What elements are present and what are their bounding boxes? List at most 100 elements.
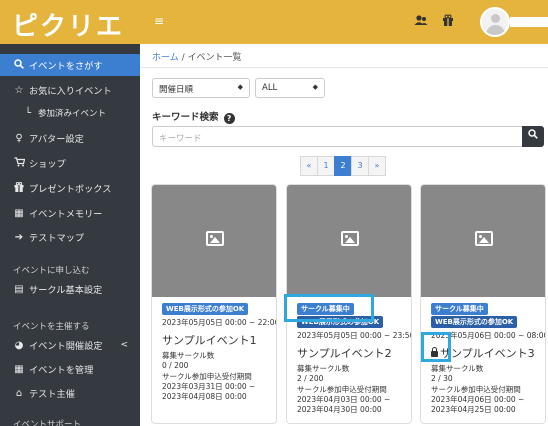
circle-count-value: 2 / 200	[297, 374, 324, 383]
sidebar-item-search-events[interactable]: イベントをさがす	[0, 54, 140, 76]
sidebar-item-label: お気に入りイベント	[29, 86, 112, 97]
event-date: 2023年05月05日 00:00 ~ 22:00	[162, 318, 277, 327]
sidebar-item-label: アバター設定	[29, 134, 84, 145]
filter-select[interactable]: ALL ◆	[255, 78, 325, 98]
menu-toggle-icon[interactable]: ≡	[154, 14, 164, 28]
avatar-icon[interactable]	[480, 7, 510, 37]
lock-icon	[431, 347, 438, 357]
cart-icon	[13, 156, 25, 170]
sidebar-section-apply: イベントに申し込む	[13, 266, 90, 276]
circle-count-label: 募集サークル数	[431, 364, 484, 373]
sidebar-item-present-box[interactable]: プレゼントボックス	[0, 177, 140, 199]
chart-pie-icon: ◕	[14, 339, 24, 351]
user-name-box[interactable]	[510, 17, 548, 27]
recruiting-badge: サークル募集中	[297, 303, 354, 315]
sidebar-item-label: イベント開催設定	[29, 341, 103, 352]
sidebar-item-test-map[interactable]: ➔ テストマップ	[0, 226, 140, 248]
period-label: サークル参加申込受付期間	[431, 385, 521, 394]
event-title[interactable]: サンプルイベント3	[431, 345, 537, 361]
search-button[interactable]	[522, 126, 544, 147]
gift-icon[interactable]	[442, 14, 454, 29]
breadcrumb: ホーム / イベント一覧	[152, 50, 242, 63]
select-arrow-icon: ◆	[237, 83, 243, 91]
period-value: 2023年04月03日 00:00 ~ 2023年04月30日 00:00	[297, 395, 391, 414]
image-icon	[475, 231, 493, 246]
event-card-1[interactable]: WEB展示形式の参加OK 2023年05月05日 00:00 ~ 22:00 サ…	[151, 184, 277, 424]
sidebar-item-label: プレゼントボックス	[29, 184, 112, 195]
web-exhibit-badge: WEB展示形式の参加OK	[297, 316, 384, 328]
sidebar-item-event-settings[interactable]: ◕ イベント開催設定 <	[0, 334, 140, 356]
event-title[interactable]: サンプルイベント2	[297, 345, 403, 361]
sidebar-item-event-memory[interactable]: ▦ イベントメモリー	[0, 202, 140, 224]
sidebar-item-avatar[interactable]: ♀ アバター設定	[0, 127, 140, 149]
sort-select[interactable]: 開催日順 ◆	[152, 78, 250, 98]
keyword-label: キーワード検索?	[152, 109, 235, 124]
image-icon	[341, 231, 359, 246]
chevron-left-icon[interactable]: <	[120, 340, 128, 350]
page-2[interactable]: 2	[334, 156, 352, 176]
event-date: 2023年05月05日 00:00 ~ 23:50	[297, 331, 412, 340]
sidebar-item-manage-events[interactable]: ▦ イベントを管理	[0, 358, 140, 380]
period-label: サークル参加申込受付期間	[297, 385, 387, 394]
users-icon[interactable]	[414, 14, 428, 29]
breadcrumb-home[interactable]: ホーム	[152, 53, 179, 63]
main-content: ホーム / イベント一覧 開催日順 ◆ ALL ◆ キーワード検索? キーワード…	[140, 44, 548, 426]
search-icon	[13, 58, 25, 72]
search-icon	[528, 129, 538, 139]
event-image	[152, 185, 276, 297]
image-icon	[206, 231, 224, 246]
sign-in-icon: ➔	[14, 231, 24, 243]
circle-count-value: 2 / 30	[431, 374, 453, 383]
page-prev[interactable]: «	[300, 156, 318, 176]
period-value: 2023年04月06日 00:00 ~ 2023年04月25日 00:00	[431, 395, 525, 414]
event-image	[287, 185, 411, 297]
page-next[interactable]: »	[368, 156, 386, 176]
page-3[interactable]: 3	[351, 156, 369, 176]
event-title-text: サンプルイベント3	[440, 347, 535, 360]
breadcrumb-current: イベント一覧	[187, 53, 242, 63]
app-logo[interactable]: ピクリエ	[12, 6, 124, 43]
sidebar-item-label: イベントを管理	[29, 365, 94, 376]
sidebar-item-label: サークル基本設定	[29, 285, 103, 296]
event-date: 2023年05月06日 00:00 ~ 08:00	[431, 331, 546, 340]
home-icon: ⌂	[15, 387, 23, 399]
event-card-3[interactable]: サークル募集中 WEB展示形式の参加OK 2023年05月06日 00:00 ~…	[420, 184, 546, 424]
web-exhibit-badge: WEB展示形式の参加OK	[431, 316, 518, 328]
keyboard-icon: ▦	[14, 207, 24, 219]
page-1[interactable]: 1	[317, 156, 335, 176]
period-value: 2023年03月31日 00:00 ~ 2023年04月08日 00:00	[162, 382, 256, 401]
sidebar-item-joined[interactable]: └ 参加済みイベント	[0, 102, 140, 124]
sort-select-value: 開催日順	[159, 85, 194, 95]
event-title[interactable]: サンプルイベント1	[162, 332, 268, 348]
sidebar-item-label: テストマップ	[29, 233, 85, 244]
breadcrumb-separator: /	[178, 53, 188, 63]
filter-select-value: ALL	[262, 83, 278, 93]
help-icon[interactable]: ?	[223, 113, 235, 124]
sidebar-item-label: ショップ	[29, 159, 66, 170]
select-arrow-icon: ◆	[312, 83, 318, 91]
gift-icon	[13, 181, 25, 195]
sidebar-item-label: テスト主催	[29, 389, 75, 400]
circle-count-label: 募集サークル数	[297, 364, 350, 373]
user-icon: ♀	[15, 132, 23, 144]
pagination: « 1 2 3 »	[300, 156, 386, 176]
top-header: ピクリエ ≡	[0, 0, 548, 44]
table-icon: ▦	[14, 363, 24, 375]
divider	[140, 67, 548, 68]
sidebar-item-test-host[interactable]: ⌂ テスト主催	[0, 382, 140, 404]
sidebar: イベントをさがす ☆ お気に入りイベント └ 参加済みイベント ♀ アバター設定…	[0, 44, 140, 426]
sidebar-item-label: 参加済みイベント	[38, 109, 107, 119]
sidebar-item-circle-settings[interactable]: ▤ サークル基本設定	[0, 278, 140, 300]
sidebar-item-shop[interactable]: ショップ	[0, 152, 140, 174]
sub-item-icon: └	[24, 107, 32, 119]
event-card-2[interactable]: サークル募集中 WEB展示形式の参加OK 2023年05月05日 00:00 ~…	[286, 184, 412, 424]
sidebar-item-label: イベントメモリー	[29, 209, 103, 220]
circle-count-value: 0 / 200	[162, 361, 189, 370]
sidebar-section-support: イベントサポート	[13, 420, 82, 426]
sidebar-item-favorites[interactable]: ☆ お気に入りイベント	[0, 79, 140, 101]
recruiting-badge: サークル募集中	[431, 303, 488, 315]
circle-count-label: 募集サークル数	[162, 351, 215, 360]
keyword-input[interactable]: キーワード	[152, 126, 522, 147]
sidebar-item-label: イベントをさがす	[29, 61, 103, 72]
web-exhibit-badge: WEB展示形式の参加OK	[162, 303, 249, 315]
